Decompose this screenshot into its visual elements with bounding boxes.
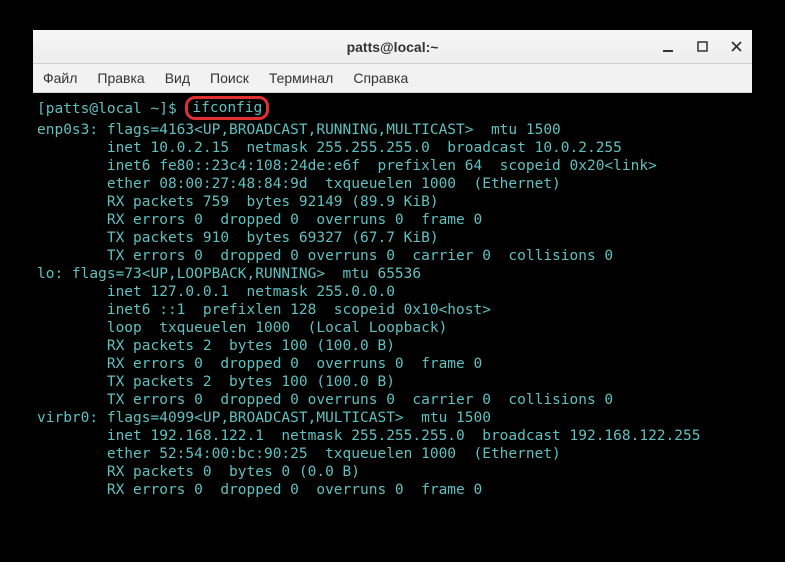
output-line: enp0s3: flags=4163<UP,BROADCAST,RUNNING,… <box>37 121 748 139</box>
maximize-icon <box>697 41 708 52</box>
menu-terminal[interactable]: Терминал <box>259 66 343 90</box>
menu-file[interactable]: Файл <box>39 66 87 90</box>
output-line: TX packets 2 bytes 100 (100.0 B) <box>37 373 748 391</box>
output-line: inet 192.168.122.1 netmask 255.255.255.0… <box>37 427 748 445</box>
output-line: inet 127.0.0.1 netmask 255.0.0.0 <box>37 283 748 301</box>
terminal-area[interactable]: [patts@local ~]$ ifconfigenp0s3: flags=4… <box>33 93 752 527</box>
menu-help[interactable]: Справка <box>343 66 418 90</box>
close-icon <box>731 41 742 52</box>
menu-search[interactable]: Поиск <box>200 66 259 90</box>
menu-view[interactable]: Вид <box>155 66 200 90</box>
menubar: Файл Правка Вид Поиск Терминал Справка <box>33 64 752 93</box>
prompt-line: [patts@local ~]$ ifconfig <box>37 97 748 121</box>
output-line: RX errors 0 dropped 0 overruns 0 frame 0 <box>37 481 748 499</box>
output-line: inet 10.0.2.15 netmask 255.255.255.0 bro… <box>37 139 748 157</box>
output-line: RX packets 759 bytes 92149 (89.9 KiB) <box>37 193 748 211</box>
window-title: patts@local:~ <box>347 39 439 55</box>
output-line: TX errors 0 dropped 0 overruns 0 carrier… <box>37 247 748 265</box>
output-line: RX errors 0 dropped 0 overruns 0 frame 0 <box>37 211 748 229</box>
output-line: TX packets 910 bytes 69327 (67.7 KiB) <box>37 229 748 247</box>
output-line: ether 52:54:00:bc:90:25 txqueuelen 1000 … <box>37 445 748 463</box>
close-button[interactable] <box>726 37 746 57</box>
titlebar: patts@local:~ <box>33 30 752 64</box>
maximize-button[interactable] <box>692 37 712 57</box>
output-line: virbr0: flags=4099<UP,BROADCAST,MULTICAS… <box>37 409 748 427</box>
terminal-window: patts@local:~ Файл Правка Вид Поиск Терм… <box>33 30 752 527</box>
highlighted-command: ifconfig <box>185 96 269 120</box>
minimize-icon <box>662 41 674 53</box>
prompt-prefix: [patts@local ~]$ <box>37 101 185 117</box>
output-line: inet6 fe80::23c4:108:24de:e6f prefixlen … <box>37 157 748 175</box>
output-line: ether 08:00:27:48:84:9d txqueuelen 1000 … <box>37 175 748 193</box>
output-line: RX packets 2 bytes 100 (100.0 B) <box>37 337 748 355</box>
output-line: TX errors 0 dropped 0 overruns 0 carrier… <box>37 391 748 409</box>
output-line: lo: flags=73<UP,LOOPBACK,RUNNING> mtu 65… <box>37 265 748 283</box>
output-line: RX errors 0 dropped 0 overruns 0 frame 0 <box>37 355 748 373</box>
output-line: loop txqueuelen 1000 (Local Loopback) <box>37 319 748 337</box>
output-line: inet6 ::1 prefixlen 128 scopeid 0x10<hos… <box>37 301 748 319</box>
output-line: RX packets 0 bytes 0 (0.0 B) <box>37 463 748 481</box>
window-controls <box>658 30 746 63</box>
command-text: ifconfig <box>192 100 262 116</box>
menu-edit[interactable]: Правка <box>87 66 154 90</box>
minimize-button[interactable] <box>658 37 678 57</box>
